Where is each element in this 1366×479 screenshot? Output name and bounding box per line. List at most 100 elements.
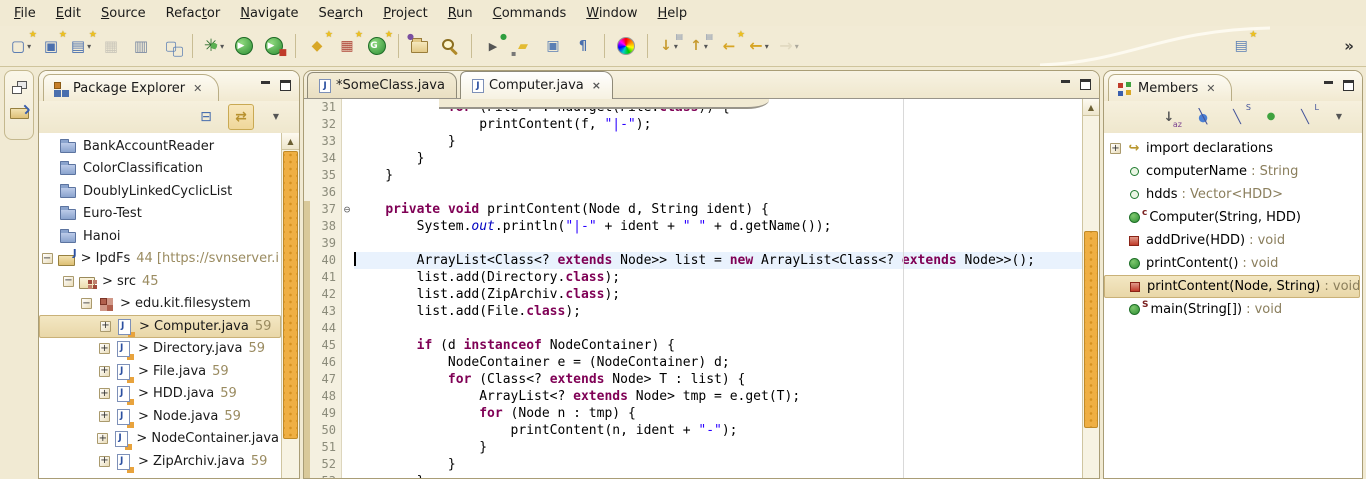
hide-local-types-button[interactable]: ╲L — [1293, 105, 1317, 129]
external-tools-button[interactable]: ▶■▾ — [262, 34, 286, 58]
debug-button[interactable]: ✳●▾ — [202, 34, 226, 58]
member-item[interactable]: addDrive(HDD): void — [1104, 229, 1360, 252]
tree-item[interactable]: −> edu.kit.filesystem — [39, 293, 281, 316]
members-title-tab[interactable]: Members — [1108, 74, 1232, 101]
new-project-button[interactable]: ▣★ — [39, 34, 63, 58]
member-item[interactable]: hdds: Vector<HDD> — [1104, 183, 1360, 206]
menu-edit[interactable]: Edit — [46, 3, 91, 24]
menu-help[interactable]: Help — [648, 3, 698, 24]
open-resource-button[interactable]: ● — [408, 34, 432, 58]
code-line[interactable]: 35 } — [304, 167, 1082, 184]
member-item[interactable]: computerName: String — [1104, 160, 1360, 183]
code-line[interactable]: 38 System.out.println("|-" + ident + " "… — [304, 218, 1082, 235]
tree-expander[interactable]: − — [63, 276, 74, 287]
menu-commands[interactable]: Commands — [483, 3, 577, 24]
menu-window[interactable]: Window — [576, 3, 647, 24]
tree-expander[interactable]: + — [99, 388, 110, 399]
close-view-icon[interactable] — [193, 82, 202, 95]
code-line[interactable]: 33 } — [304, 133, 1082, 150]
code-line[interactable]: 42 list.add(ZipArchiv.class); — [304, 286, 1082, 303]
run-button[interactable]: ▶▾ — [232, 34, 256, 58]
tree-expander[interactable]: + — [1110, 143, 1121, 154]
fold-collapse-icon[interactable]: ⊖ — [340, 201, 354, 218]
scrollbar-thumb[interactable] — [1084, 231, 1098, 428]
editor-scrollbar[interactable] — [1082, 99, 1099, 478]
tree-item[interactable]: +> NodeContainer.java — [39, 428, 281, 451]
open-resource-icon[interactable] — [10, 105, 29, 119]
minimize-view-button[interactable] — [257, 80, 273, 93]
tree-item[interactable]: +> Node.java59 — [39, 405, 281, 428]
tree-expander[interactable]: + — [99, 343, 110, 354]
code-editor[interactable]: 31 for (File f : hdd.get(File.class)) {3… — [304, 99, 1082, 478]
code-line[interactable]: 44 — [304, 320, 1082, 337]
next-annotation-button[interactable]: ↓▤▾ — [657, 34, 681, 58]
mark-occurrences-button[interactable]: ▣ — [541, 34, 565, 58]
tree-item[interactable]: +> Directory.java59 — [39, 338, 281, 361]
tree-item[interactable]: −> src45 — [39, 270, 281, 293]
code-line[interactable]: 47 for (Class<? extends Node> T : list) … — [304, 371, 1082, 388]
tree-expander[interactable]: + — [97, 433, 108, 444]
code-line[interactable]: 51 } — [304, 439, 1082, 456]
tree-expander[interactable]: − — [42, 253, 53, 264]
scroll-up-arrow-icon[interactable] — [1083, 99, 1099, 116]
collapse-all-button[interactable]: ⊟ — [194, 105, 218, 129]
color-palette-button[interactable]: ▾ — [614, 34, 638, 58]
menu-navigate[interactable]: Navigate — [230, 3, 308, 24]
tree-expander[interactable]: + — [99, 456, 110, 467]
tree-item[interactable]: +> File.java59 — [39, 360, 281, 383]
tree-item[interactable]: DoublyLinkedCyclicList — [39, 180, 281, 203]
code-line[interactable]: 46 NodeContainer e = (NodeContainer) d; — [304, 354, 1082, 371]
close-view-icon[interactable] — [1206, 82, 1215, 95]
code-line[interactable]: 50 printContent(n, ident + "-"); — [304, 422, 1082, 439]
tree-item[interactable]: Hanoi — [39, 225, 281, 248]
show-public-button[interactable]: ● — [1259, 105, 1283, 129]
tree-expander[interactable]: + — [99, 366, 110, 377]
new-package-button[interactable]: ▦★ — [335, 34, 359, 58]
package-explorer-title-tab[interactable]: Package Explorer — [43, 74, 219, 101]
tree-item[interactable]: −> IpdFs44 [https://svnserver.i — [39, 248, 281, 271]
link-with-editor-button[interactable]: ⇄ — [228, 104, 254, 130]
tree-expander[interactable]: + — [100, 321, 111, 332]
code-line[interactable]: 40 ArrayList<Class<? extends Node>> list… — [304, 252, 1082, 269]
new-editor-button[interactable]: ▤★ — [1229, 34, 1253, 58]
tree-item[interactable]: ColorClassification — [39, 158, 281, 181]
editor-tab-someclass-java[interactable]: *SomeClass.java — [307, 72, 457, 98]
hide-static-button[interactable]: ╲S — [1225, 105, 1249, 129]
menu-source[interactable]: Source — [91, 3, 156, 24]
code-line[interactable]: 36 — [304, 184, 1082, 201]
code-line[interactable]: 32 printContent(f, "|-"); — [304, 116, 1082, 133]
tree-item[interactable]: Euro-Test — [39, 203, 281, 226]
package-explorer-scrollbar[interactable] — [281, 133, 299, 478]
highlighter-button[interactable]: ▰▪ — [511, 34, 535, 58]
menu-refactor[interactable]: Refactor — [156, 3, 231, 24]
code-line[interactable]: 49 for (Node n : tmp) { — [304, 405, 1082, 422]
code-line[interactable]: 43 list.add(File.class); — [304, 303, 1082, 320]
show-whitespace-button[interactable]: ¶ — [571, 34, 595, 58]
close-tab-icon[interactable]: × — [592, 79, 601, 92]
back-button[interactable]: ←▾ — [747, 34, 771, 58]
new-class-button[interactable]: G★▾ — [365, 34, 389, 58]
member-item[interactable]: cComputer(String, HDD) — [1104, 206, 1360, 229]
menu-file[interactable]: File — [4, 3, 46, 24]
print-button[interactable]: ▥ — [129, 34, 153, 58]
code-line[interactable]: 53 } — [304, 473, 1082, 479]
tree-item[interactable]: +> Computer.java59 — [39, 315, 281, 338]
code-line[interactable]: 37⊖ private void printContent(Node d, St… — [304, 201, 1082, 218]
run-task-button[interactable]: ▶● — [481, 34, 505, 58]
menu-search[interactable]: Search — [309, 3, 374, 24]
scroll-up-arrow-icon[interactable] — [282, 133, 299, 150]
code-line[interactable]: 48 ArrayList<? extends Node> tmp = e.get… — [304, 388, 1082, 405]
tree-expander[interactable]: + — [99, 411, 110, 422]
menu-run[interactable]: Run — [438, 3, 483, 24]
search-button[interactable]: ▾ — [438, 34, 462, 58]
new-java-project-button[interactable]: ◆★ — [305, 34, 329, 58]
save-all-button[interactable]: ▢▢ — [159, 34, 183, 58]
minimize-editor-button[interactable] — [1057, 79, 1073, 92]
previous-annotation-button[interactable]: ↑▤▾ — [687, 34, 711, 58]
member-item[interactable]: printContent(Node, String): void — [1104, 275, 1360, 298]
code-line[interactable]: 45 if (d instanceof NodeContainer) { — [304, 337, 1082, 354]
maximize-view-button[interactable] — [277, 80, 293, 93]
tree-item[interactable]: +> HDD.java59 — [39, 383, 281, 406]
restore-view-icon[interactable] — [12, 81, 27, 94]
tree-item[interactable]: +> ZipArchiv.java59 — [39, 450, 281, 473]
